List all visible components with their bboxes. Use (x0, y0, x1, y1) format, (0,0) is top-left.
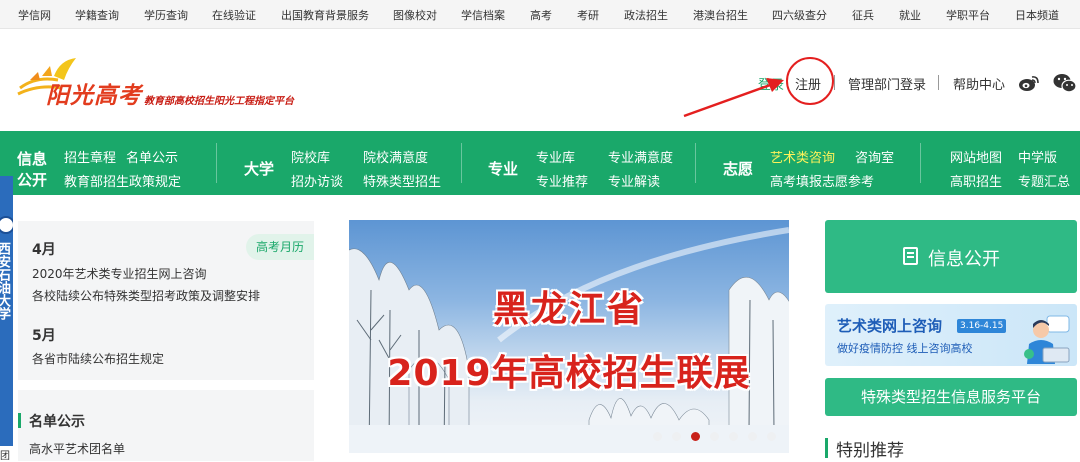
nav-link[interactable]: 特殊类型招生 (363, 171, 441, 190)
nav-divider (695, 143, 696, 183)
left-footer-text: 团 (0, 451, 10, 462)
carousel-dot[interactable] (672, 432, 681, 441)
list-panel-title[interactable]: 名单公示 (29, 411, 85, 431)
nav-link[interactable]: 高考填报志愿参考 (770, 171, 874, 190)
nav-link[interactable]: 招办访谈 (291, 171, 343, 190)
main-nav: 信息 公开 招生章程 名单公示 教育部招生政策规定 大学 院校库 院校满意度 招… (0, 131, 1080, 195)
wechat-icon[interactable] (1053, 73, 1077, 93)
art-consult-subtitle: 做好疫情防控 线上咨询高校 (837, 342, 973, 355)
nav-link[interactable]: 招生章程 (64, 147, 116, 166)
annotation-circle (786, 57, 834, 105)
nav-divider (920, 143, 921, 183)
top-nav-item[interactable]: 图像校对 (393, 7, 437, 23)
logo-slogan: 教育部高校招生阳光工程指定平台 (144, 96, 294, 107)
winter-scene-image (349, 227, 789, 453)
art-consult-title: 艺术类网上咨询 (837, 317, 943, 335)
nav-link[interactable]: 院校库 (291, 147, 330, 166)
calendar-item[interactable]: 2020年艺术类专业招生网上咨询 (32, 265, 207, 282)
nav-link[interactable]: 名单公示 (126, 147, 178, 166)
section-bar (18, 413, 21, 428)
top-nav-item[interactable]: 学籍查询 (75, 7, 119, 23)
calendar-month: 5月 (32, 328, 56, 344)
list-panel: 名单公示 高水平艺术团名单 (18, 390, 314, 461)
calendar-month: 4月 (32, 242, 56, 258)
nav-link[interactable]: 专业推荐 (536, 171, 588, 190)
consultant-illustration-icon (1024, 315, 1070, 364)
site-logo[interactable]: 阳光高考 教育部高校招生阳光工程指定平台 (16, 56, 316, 112)
special-recommend-title: 特别推荐 (836, 441, 904, 461)
carousel-dot[interactable] (710, 432, 719, 441)
nav-link-hot[interactable]: 艺术类咨询 (770, 147, 835, 166)
banner-title: 黑龙江省 (492, 289, 645, 330)
nav-link[interactable]: 网站地图 (950, 147, 1002, 166)
nav-category-volunteer[interactable]: 志愿 (723, 158, 753, 179)
exam-calendar: 高考月历 4月 2020年艺术类专业招生网上咨询 各校陆续公布特殊类型招考政策及… (18, 221, 314, 380)
top-nav-item[interactable]: 学职平台 (946, 7, 990, 23)
weibo-icon[interactable] (1018, 74, 1040, 92)
admin-login-link[interactable]: 管理部门登录 (848, 74, 926, 93)
nav-divider (216, 143, 217, 183)
nav-category-info[interactable]: 信息 (17, 148, 47, 169)
nav-link[interactable]: 专业解读 (608, 171, 660, 190)
hero-banner[interactable]: 黑龙江省 2019年高校招生联展 (349, 220, 789, 453)
calendar-tag[interactable]: 高考月历 (246, 234, 314, 260)
logo-name: 阳光高考 (46, 82, 142, 109)
top-nav-item[interactable]: 学信网 (18, 7, 51, 23)
info-public-label: 信息公开 (928, 249, 1000, 270)
top-nav-item[interactable]: 学历查询 (144, 7, 188, 23)
top-nav-item[interactable]: 考研 (577, 7, 599, 23)
left-float-glyphs: 西安石油大学 (0, 242, 10, 320)
divider (834, 75, 835, 90)
top-nav-item[interactable]: 征兵 (852, 7, 874, 23)
carousel-dot-active[interactable] (691, 432, 700, 441)
banner-subtitle: 2019年高校招生联展 (387, 353, 751, 394)
nav-link[interactable]: 专题汇总 (1018, 171, 1070, 190)
help-center-link[interactable]: 帮助中心 (953, 74, 1005, 93)
nav-link[interactable]: 院校满意度 (363, 147, 428, 166)
nav-link[interactable]: 咨询室 (855, 147, 894, 166)
carousel-dot[interactable] (748, 432, 757, 441)
list-item[interactable]: 高水平艺术团名单 (29, 440, 125, 457)
top-nav-item[interactable]: 就业 (899, 7, 921, 23)
special-enroll-button[interactable]: 特殊类型招生信息服务平台 (825, 378, 1077, 416)
nav-link[interactable]: 专业库 (536, 147, 575, 166)
nav-link[interactable]: 专业满意度 (608, 147, 673, 166)
nav-link[interactable]: 中学版 (1018, 147, 1057, 166)
calendar-item[interactable]: 各省市陆续公布招生规定 (32, 350, 164, 367)
top-nav-item[interactable]: 港澳台招生 (693, 7, 748, 23)
carousel-dot[interactable] (653, 432, 662, 441)
top-nav-item[interactable]: 日本频道 (1015, 7, 1059, 23)
nav-category-info[interactable]: 公开 (17, 169, 47, 190)
top-nav-item[interactable]: 四六级查分 (772, 7, 827, 23)
school-emblem-icon (0, 216, 13, 234)
top-nav-item[interactable]: 出国教育背景服务 (281, 7, 369, 23)
calendar-item[interactable]: 各校陆续公布特殊类型招考政策及调整安排 (32, 287, 260, 304)
carousel-dot[interactable] (729, 432, 738, 441)
nav-category-univ[interactable]: 大学 (244, 158, 274, 179)
nav-divider (461, 143, 462, 183)
art-consult-banner[interactable]: 艺术类网上咨询 3.16-4.15 做好疫情防控 线上咨询高校 (825, 304, 1077, 366)
nav-category-major[interactable]: 专业 (488, 158, 518, 179)
carousel-dot[interactable] (767, 432, 776, 441)
nav-link[interactable]: 教育部招生政策规定 (64, 171, 181, 190)
divider (938, 75, 939, 90)
special-recommend-section: 特别推荐 (825, 436, 1077, 461)
top-nav-item[interactable]: 在线验证 (212, 7, 256, 23)
top-nav-item[interactable]: 高考 (530, 7, 552, 23)
art-consult-dates: 3.16-4.15 (957, 319, 1007, 333)
info-public-button[interactable]: 信息公开 (825, 220, 1077, 293)
top-nav-item[interactable]: 政法招生 (624, 7, 668, 23)
document-icon (903, 247, 918, 265)
nav-link[interactable]: 高职招生 (950, 171, 1002, 190)
top-nav-item[interactable]: 学信档案 (461, 7, 505, 23)
login-link[interactable]: 登录 (758, 74, 784, 93)
top-nav-bar: 学信网 学籍查询 学历查询 在线验证 出国教育背景服务 图像校对 学信档案 高考… (0, 0, 1080, 29)
section-bar (825, 438, 828, 458)
left-float-banner[interactable]: 西安石油大学 (0, 176, 13, 446)
